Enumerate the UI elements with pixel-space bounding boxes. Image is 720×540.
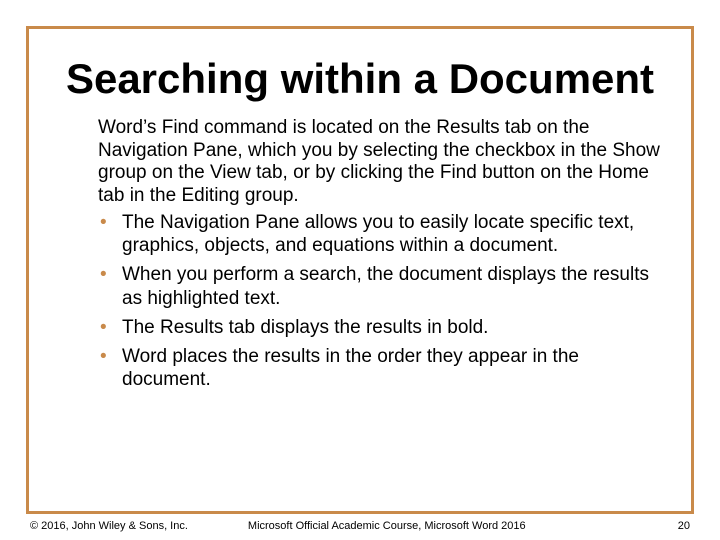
- footer-page-number: 20: [678, 520, 690, 532]
- list-item: The Results tab displays the results in …: [98, 316, 660, 339]
- body-text: Word’s Find command is located on the Re…: [40, 117, 680, 391]
- footer: © 2016, John Wiley & Sons, Inc. Microsof…: [30, 520, 690, 532]
- intro-paragraph: Word’s Find command is located on the Re…: [98, 117, 660, 207]
- slide: Searching within a Document Word’s Find …: [0, 0, 720, 540]
- list-item: Word places the results in the order the…: [98, 345, 660, 391]
- slide-title: Searching within a Document: [40, 56, 680, 101]
- footer-course: Microsoft Official Academic Course, Micr…: [188, 520, 678, 532]
- list-item: When you perform a search, the document …: [98, 263, 660, 309]
- bullet-list: The Navigation Pane allows you to easily…: [98, 211, 660, 391]
- list-item: The Navigation Pane allows you to easily…: [98, 211, 660, 257]
- footer-copyright: © 2016, John Wiley & Sons, Inc.: [30, 520, 188, 532]
- slide-content: Searching within a Document Word’s Find …: [40, 36, 680, 490]
